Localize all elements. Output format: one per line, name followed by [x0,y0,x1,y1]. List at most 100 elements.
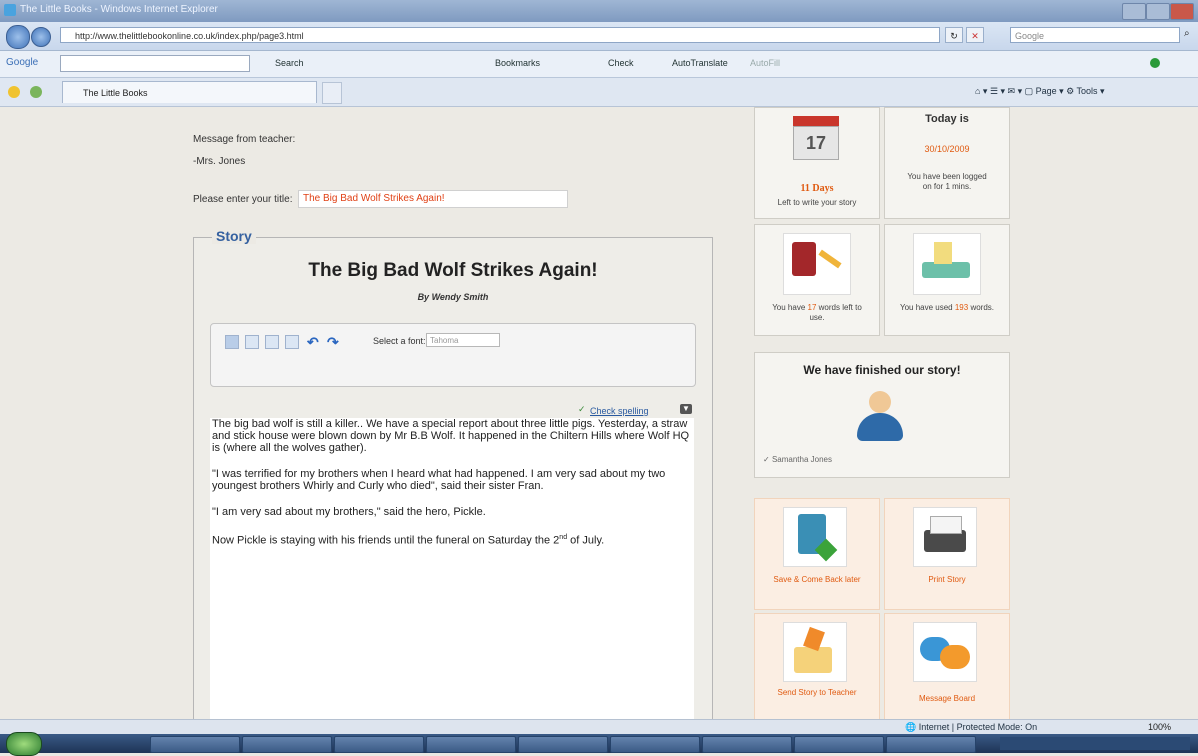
logged-time-text: You have been logged on for 1 mins. [907,172,987,191]
days-count-value: 11 Days [800,183,834,194]
undo-icon[interactable]: ↶ [307,334,319,351]
words-left-suffix: words left to use. [809,303,862,322]
sign-in-icon[interactable] [1150,58,1160,68]
words-used-suffix: words. [970,303,995,312]
taskbar-item[interactable] [334,736,424,753]
days-text: Left to write your story [777,198,857,207]
title-prompt: Please enter your title: [193,194,293,205]
add-favorites-icon[interactable] [30,86,42,98]
story-fieldset: Story The Big Bad Wolf Strikes Again! By… [193,228,713,719]
send-to-teacher-button[interactable]: Send Story to Teacher [754,613,880,719]
taskbar-item[interactable] [702,736,792,753]
print-story-button[interactable]: Print Story [884,498,1010,610]
words-used-card: You have used 193 words. [884,224,1010,336]
window-title: The Little Books - Windows Internet Expl… [20,4,218,15]
taskbar-item[interactable] [426,736,516,753]
align-left-button[interactable] [225,335,239,349]
taskbar-item[interactable] [610,736,700,753]
save-come-back-button[interactable]: Save & Come Back later [754,498,880,610]
finished-title: We have finished our story! [803,363,961,377]
story-paragraph: Now Pickle is staying with his friends u… [212,532,694,547]
toolbar-item-check[interactable]: Check [608,58,634,68]
finished-user: ✓ Samantha Jones [763,455,832,464]
justify-button[interactable] [285,335,299,349]
window-title-bar: The Little Books - Windows Internet Expl… [0,0,1198,22]
teacher-name: -Mrs. Jones [193,156,246,167]
message-board-label: Message Board [918,694,976,703]
toolbar-item-search[interactable]: Search [275,58,304,68]
taskbar-item[interactable] [886,736,976,753]
status-bar: 🌐 Internet | Protected Mode: On 100% [0,719,1198,734]
story-paragraph: "I am very sad about my brothers," said … [212,506,486,518]
spelling-dropdown-icon[interactable]: ▼ [680,404,692,414]
address-bar: http://www.thelittlebookonline.co.uk/ind… [0,22,1198,51]
command-bar[interactable]: ⌂ ▾ ☰ ▾ ✉ ▾ ▢ Page ▾ ⚙ Tools ▾ [975,86,1105,97]
url-input[interactable]: http://www.thelittlebookonline.co.uk/ind… [60,27,940,43]
close-button[interactable] [1170,3,1194,20]
title-input[interactable]: The Big Bad Wolf Strikes Again! [298,190,568,208]
save-document-icon [783,507,847,567]
search-input[interactable]: Google [1010,27,1180,43]
taskbar-item[interactable] [794,736,884,753]
taskbar-item[interactable] [518,736,608,753]
favorites-star-icon[interactable] [8,86,20,98]
words-left-count: 17 [807,303,817,312]
taskbar-item[interactable] [150,736,240,753]
words-left-card: You have 17 words left to use. [754,224,880,336]
tab-the-little-books[interactable]: The Little Books [62,81,317,103]
send-label: Send Story to Teacher [777,688,857,697]
send-story-icon [783,622,847,682]
taskbar-item[interactable] [242,736,332,753]
days-left-card: 17 11 Days Left to write your story [754,107,880,219]
teacher-message-label: Message from teacher: [193,134,296,145]
security-zone-text: Internet | Protected Mode: On [918,722,1038,732]
today-date: 30/10/2009 [924,144,970,154]
message-board-button[interactable]: Message Board [884,613,1010,719]
words-left-prefix: You have [772,303,806,312]
redo-icon[interactable]: ↷ [327,334,339,351]
stop-icon[interactable]: ✕ [966,27,984,43]
google-search-input[interactable] [60,55,250,72]
search-icon[interactable]: ⌕ [1184,28,1190,39]
check-spelling-link[interactable]: Check spelling [590,406,649,416]
story-title: The Big Bad Wolf Strikes Again! [308,260,598,281]
words-used-count: 193 [954,303,969,312]
save-label: Save & Come Back later [773,575,861,584]
story-legend: Story [212,228,256,244]
ie-icon [4,4,16,16]
story-paragraph: The big bad wolf is still a killer.. We … [212,418,690,454]
finished-user-name: Samantha Jones [771,455,832,464]
maximize-button[interactable] [1146,3,1170,20]
minimize-button[interactable] [1122,3,1146,20]
tab-bar: The Little Books ⌂ ▾ ☰ ▾ ✉ ▾ ▢ Page ▾ ⚙ … [0,78,1198,107]
align-center-button[interactable] [245,335,259,349]
ordinal-suffix: nd [559,534,568,541]
web-page: Message from teacher: -Mrs. Jones Please… [0,107,1198,719]
zoom-level[interactable]: 100% [1148,722,1171,732]
story-paragraph: "I was terrified for my brothers when I … [212,468,666,492]
calendar-icon: 17 [789,114,845,164]
align-right-button[interactable] [265,335,279,349]
refresh-icon[interactable]: ↻ [945,27,963,43]
back-button[interactable] [6,25,30,49]
editor-toolbar: ↶ ↷ Select a font: Tahoma [210,323,696,387]
font-select[interactable]: Tahoma [426,333,500,347]
finished-story-card: We have finished our story! ✓ Samantha J… [754,352,1010,478]
toolbar-item-autofill[interactable]: AutoFill [750,58,780,68]
font-select-label: Select a font: [373,336,426,346]
words-used-text: You have used 193 words. [897,303,997,313]
today-label: Today is [925,113,969,125]
new-tab-button[interactable] [322,82,342,104]
toolbar-item-translate[interactable]: AutoTranslate [672,58,728,68]
stamp-icon [913,233,981,295]
days-count: 11 Days [755,184,879,194]
story-text-editor[interactable]: The big bad wolf is still a killer.. We … [210,418,694,719]
forward-button[interactable] [31,27,51,47]
toolbar-item-bookmarks[interactable]: Bookmarks [495,58,540,68]
start-button[interactable] [6,732,42,756]
printer-icon [913,507,977,567]
google-logo: Google [6,57,39,68]
system-tray [1000,737,1190,750]
today-card: Today is 30/10/2009 You have been logged… [884,107,1010,219]
book-pencil-icon [783,233,851,295]
